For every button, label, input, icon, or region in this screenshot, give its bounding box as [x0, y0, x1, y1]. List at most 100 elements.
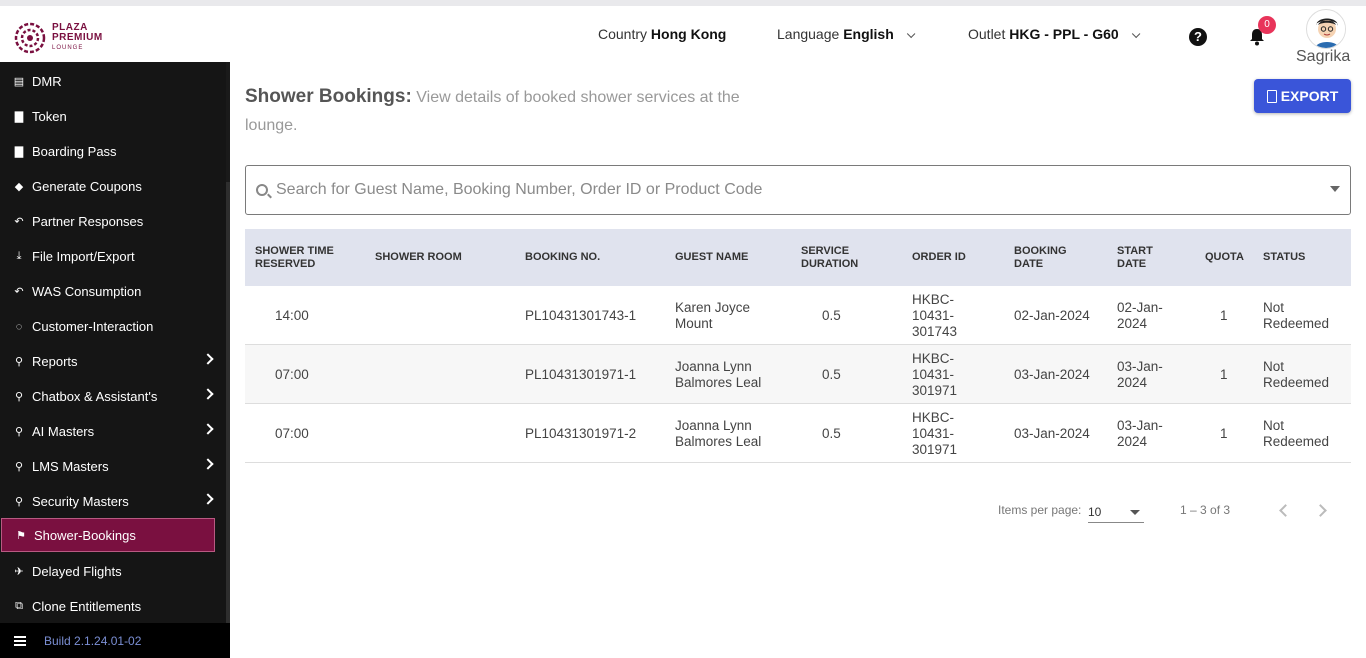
cell-quota: 1 [1220, 366, 1228, 382]
sidebar-item-label: WAS Consumption [32, 284, 142, 299]
brand-line-3: LOUNGE [52, 45, 84, 51]
sidebar-item-lms-masters[interactable]: ⚲ LMS Masters [0, 449, 226, 484]
document-icon: ▇ [14, 111, 24, 123]
header-shower-time[interactable]: SHOWER TIME RESERVED [255, 229, 355, 286]
sidebar-item-label: Token [32, 109, 67, 124]
sidebar-item-clone-entitlements[interactable]: ⧉ Clone Entitlements [0, 589, 226, 624]
sidebar-item-customer-interaction[interactable]: ◌ Customer-Interaction [0, 309, 226, 344]
cell-service-duration: 0.5 [822, 307, 841, 323]
header-shower-room[interactable]: SHOWER ROOM [375, 229, 495, 286]
sidebar-item-label: Customer-Interaction [32, 319, 154, 334]
cell-guest-name: Karen Joyce Mount [675, 299, 751, 331]
hamburger-menu-icon[interactable] [14, 635, 26, 646]
search-bar[interactable] [245, 165, 1351, 215]
shower-bookings-table: SHOWER TIME RESERVED SHOWER ROOM BOOKING… [245, 229, 1351, 463]
language-label: Language [777, 26, 840, 42]
header-quota[interactable]: QUOTA [1205, 229, 1255, 286]
cell-shower-room [375, 286, 495, 345]
table-body: 14:00 PL10431301743-1 Karen Joyce Mount 0.5… [245, 286, 1351, 463]
chat-icon: ◌ [15, 320, 23, 333]
next-page-icon[interactable] [1314, 504, 1327, 517]
header-guest-name[interactable]: GUEST NAME [675, 229, 785, 286]
cell-shower-room [375, 345, 495, 404]
cell-status: Not Redeemed [1263, 358, 1330, 390]
header-start-date[interactable]: START DATE [1117, 229, 1177, 286]
cell-quota: 1 [1220, 425, 1228, 441]
header-service-duration[interactable]: SERVICE DURATION [801, 229, 881, 286]
language-value: English [843, 26, 894, 42]
table-row[interactable]: 14:00 PL10431301743-1 Karen Joyce Mount 0.5… [245, 286, 1351, 345]
outlet-selector[interactable]: Outlet HKG - PPL - G60 [968, 26, 1140, 42]
cell-order-id: HKBC-10431-301971 [912, 409, 958, 457]
cell-booking-date: 03-Jan-2024 [1014, 425, 1090, 441]
sidebar-item-delayed-flights[interactable]: ✈ Delayed Flights [0, 554, 226, 589]
avatar[interactable] [1306, 9, 1346, 49]
outlet-value: HKG - PPL - G60 [1009, 26, 1119, 42]
sidebar-item-label: Chatbox & Assistant's [32, 389, 158, 404]
sidebar-item-ai-masters[interactable]: ⚲ AI Masters [0, 414, 226, 449]
sitemap-icon: ⚲ [14, 356, 24, 368]
sidebar-item-label: Generate Coupons [32, 179, 142, 194]
sidebar-item-label: Boarding Pass [32, 144, 117, 159]
items-per-page-label: Items per page: [998, 503, 1082, 517]
cell-order-id: HKBC-10431-301971 [912, 350, 958, 398]
sidebar-item-shower-bookings[interactable]: ⚑ Shower-Bookings [1, 518, 215, 552]
table-row[interactable]: 07:00 PL10431301971-1 Joanna Lynn Balmores… [245, 345, 1351, 404]
search-input[interactable] [276, 181, 1316, 199]
cell-status: Not Redeemed [1263, 417, 1330, 449]
sidebar-item-label: File Import/Export [32, 249, 135, 264]
sidebar-item-token[interactable]: ▇ Token [0, 99, 226, 134]
sidebar-scrollbar[interactable] [226, 62, 230, 658]
language-selector[interactable]: Language English [777, 26, 916, 42]
sidebar-item-security-masters[interactable]: ⚲ Security Masters [0, 484, 226, 519]
user-avatar-icon [1308, 11, 1345, 48]
sidebar-item-was-consumption[interactable]: ↶ WAS Consumption [0, 274, 226, 309]
header-booking-no[interactable]: BOOKING NO. [525, 229, 645, 286]
cell-order-id: HKBC-10431-301743 [912, 291, 958, 339]
pagination-range: 1 – 3 of 3 [1180, 503, 1231, 517]
country-selector[interactable]: Country Hong Kong [598, 26, 726, 42]
items-per-page-value: 10 [1088, 505, 1102, 519]
cell-start-date: 03-Jan-2024 [1117, 417, 1163, 449]
cell-status: Not Redeemed [1263, 299, 1330, 331]
chevron-down-icon [906, 29, 916, 39]
table-header: SHOWER TIME RESERVED SHOWER ROOM BOOKING… [245, 229, 1351, 286]
shower-icon: ⚑ [16, 529, 26, 542]
sidebar-item-boarding-pass[interactable]: ▇ Boarding Pass [0, 134, 226, 169]
sitemap-icon: ⚲ [14, 496, 24, 508]
sidebar-item-dmr[interactable]: ▤ DMR [0, 64, 226, 99]
sitemap-icon: ⚲ [14, 426, 24, 438]
cell-start-date: 02-Jan-2024 [1117, 299, 1163, 331]
previous-page-icon[interactable] [1279, 504, 1292, 517]
table-row[interactable]: 07:00 PL10431301971-2 Joanna Lynn Balmores… [245, 404, 1351, 463]
cell-guest-name: Joanna Lynn Balmores Leal [675, 358, 762, 390]
tags-icon: ◆ [14, 181, 24, 193]
chevron-right-icon [202, 353, 214, 365]
user-name[interactable]: Sagrika [1296, 48, 1350, 66]
sidebar-item-label: Partner Responses [32, 214, 144, 229]
scrollbar-thumb[interactable] [226, 182, 230, 658]
export-button[interactable]: EXPORT [1254, 79, 1351, 113]
question-circle-icon[interactable]: ? [1189, 28, 1207, 46]
sidebar-item-partner-responses[interactable]: ↶ Partner Responses [0, 204, 226, 239]
sidebar-item-label: AI Masters [32, 424, 95, 439]
header-booking-date[interactable]: BOOKING DATE [1014, 229, 1094, 286]
cell-booking-no: PL10431301971-1 [525, 366, 637, 382]
cell-booking-date: 02-Jan-2024 [1014, 307, 1090, 323]
header-order-id[interactable]: ORDER ID [912, 229, 992, 286]
sitemap-icon: ⚲ [14, 391, 24, 403]
items-per-page-select[interactable]: 10 [1088, 500, 1144, 523]
sidebar-item-chatbox-assistant-s[interactable]: ⚲ Chatbox & Assistant's [0, 379, 226, 414]
dropdown-arrow-icon[interactable] [1330, 186, 1340, 192]
plaza-premium-logo[interactable]: PLAZA PREMIUM LOUNGE [14, 22, 103, 54]
header-status[interactable]: STATUS [1263, 229, 1333, 286]
clone-icon: ⧉ [15, 600, 23, 612]
cell-shower-time: 14:00 [275, 307, 309, 323]
chevron-right-icon [202, 423, 214, 435]
sidebar-item-reports[interactable]: ⚲ Reports [0, 344, 226, 379]
cell-quota: 1 [1220, 307, 1228, 323]
notification-badge: 0 [1258, 16, 1276, 34]
chevron-down-icon [1131, 29, 1140, 39]
sidebar-item-generate-coupons[interactable]: ◆ Generate Coupons [0, 169, 226, 204]
sidebar-item-file-import-export[interactable]: ⤓ File Import/Export [0, 239, 226, 274]
